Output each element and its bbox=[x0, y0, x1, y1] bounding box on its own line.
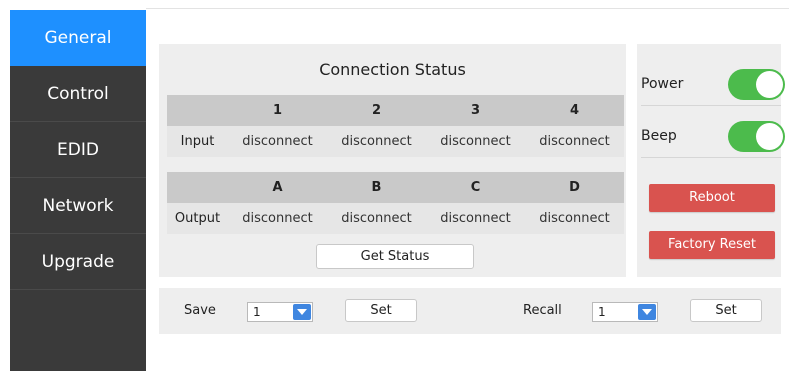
output-values-row: Output disconnect disconnect disconnect … bbox=[167, 203, 624, 234]
save-preset-select[interactable]: 1 bbox=[247, 302, 313, 322]
output-status-c: disconnect bbox=[440, 211, 511, 226]
chevron-down-icon bbox=[638, 304, 656, 320]
sidebar-item-general[interactable]: General bbox=[10, 10, 146, 66]
recall-set-button[interactable]: Set bbox=[690, 299, 762, 322]
output-header-b: B bbox=[371, 180, 382, 195]
input-header-row: 1 2 3 4 bbox=[167, 95, 624, 126]
input-status-4: disconnect bbox=[539, 134, 610, 149]
save-label: Save bbox=[184, 303, 216, 318]
input-values-row: Input disconnect disconnect disconnect d… bbox=[167, 126, 624, 157]
input-row-label: Input bbox=[180, 134, 215, 149]
input-status-1: disconnect bbox=[242, 134, 313, 149]
power-label: Power bbox=[641, 76, 684, 92]
power-toggle[interactable] bbox=[728, 69, 785, 100]
output-status-table: A B C D Output disconnect disconnect dis… bbox=[167, 172, 624, 234]
output-row-label: Output bbox=[174, 211, 221, 226]
beep-divider bbox=[641, 157, 781, 158]
sidebar-item-control[interactable]: Control bbox=[10, 66, 146, 122]
output-header-d: D bbox=[569, 180, 580, 195]
sidebar-item-edid[interactable]: EDID bbox=[10, 122, 146, 178]
power-divider bbox=[641, 105, 781, 106]
chevron-down-icon bbox=[293, 304, 311, 320]
output-status-a: disconnect bbox=[242, 211, 313, 226]
output-header-c: C bbox=[470, 180, 481, 195]
top-divider bbox=[146, 8, 789, 9]
recall-preset-value: 1 bbox=[598, 305, 606, 319]
output-header-row: A B C D bbox=[167, 172, 624, 203]
recall-label: Recall bbox=[523, 303, 562, 318]
connection-status-panel: Connection Status 1 2 3 4 Input disconne… bbox=[159, 44, 626, 277]
input-status-table: 1 2 3 4 Input disconnect disconnect disc… bbox=[167, 95, 624, 157]
power-toggle-knob bbox=[756, 71, 783, 98]
sidebar: General Control EDID Network Upgrade bbox=[10, 10, 146, 371]
reboot-button[interactable]: Reboot bbox=[649, 184, 775, 212]
device-controls-panel: Power Beep Reboot Factory Reset bbox=[637, 44, 785, 277]
input-header-3: 3 bbox=[470, 103, 481, 118]
factory-reset-button[interactable]: Factory Reset bbox=[649, 231, 775, 259]
sidebar-item-upgrade[interactable]: Upgrade bbox=[10, 234, 146, 290]
save-preset-value: 1 bbox=[253, 305, 261, 319]
input-header-1: 1 bbox=[272, 103, 283, 118]
beep-toggle[interactable] bbox=[728, 121, 785, 152]
get-status-button[interactable]: Get Status bbox=[316, 244, 474, 269]
save-set-button[interactable]: Set bbox=[345, 299, 417, 322]
output-status-d: disconnect bbox=[539, 211, 610, 226]
output-status-b: disconnect bbox=[341, 211, 412, 226]
beep-row: Beep bbox=[641, 117, 785, 157]
sidebar-item-network[interactable]: Network bbox=[10, 178, 146, 234]
output-header-a: A bbox=[272, 180, 283, 195]
connection-status-title: Connection Status bbox=[319, 60, 466, 79]
beep-toggle-knob bbox=[756, 123, 783, 150]
input-header-4: 4 bbox=[569, 103, 580, 118]
beep-label: Beep bbox=[641, 128, 677, 144]
preset-bar: Save 1 Set Recall 1 Set bbox=[159, 288, 781, 334]
input-header-2: 2 bbox=[371, 103, 382, 118]
power-row: Power bbox=[641, 65, 785, 105]
input-status-2: disconnect bbox=[341, 134, 412, 149]
input-status-3: disconnect bbox=[440, 134, 511, 149]
recall-preset-select[interactable]: 1 bbox=[592, 302, 658, 322]
